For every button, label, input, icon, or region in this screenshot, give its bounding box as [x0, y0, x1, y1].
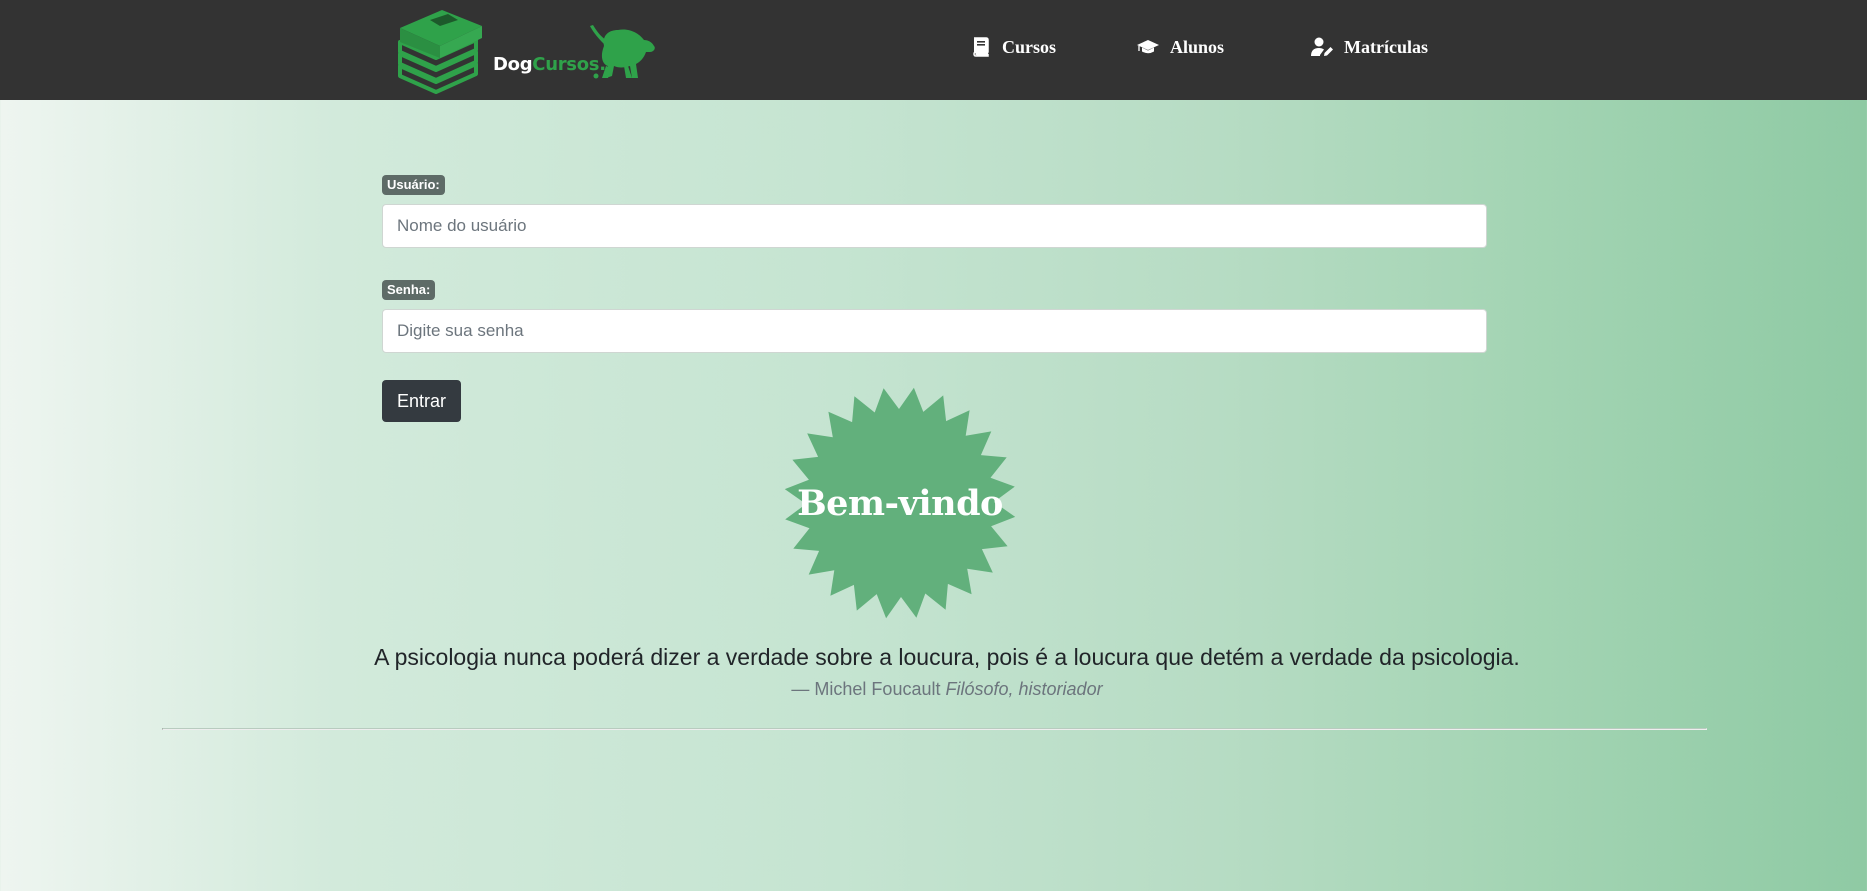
- password-input[interactable]: [382, 309, 1487, 353]
- password-label: Senha:: [382, 280, 436, 300]
- dogcursos-logo[interactable]: [396, 6, 656, 96]
- brand-cursos-text: Cursos: [532, 54, 600, 75]
- nav-item-label: Matrículas: [1344, 36, 1428, 57]
- brand-wordmark[interactable]: DogCursos.: [493, 54, 606, 75]
- user-edit-icon: [1311, 37, 1333, 56]
- graduation-cap-icon: [1137, 40, 1159, 54]
- book-icon: [973, 37, 989, 57]
- username-label: Usuário:: [382, 175, 445, 195]
- brand-dot-text: .: [599, 54, 606, 75]
- nav-item-alunos[interactable]: Alunos: [1136, 35, 1224, 59]
- top-navbar: DogCursos. Cursos Alunos Matrículas: [0, 0, 1867, 100]
- quote-author: Michel Foucault: [814, 679, 941, 699]
- quote-footer: — Michel Foucault Filósofo, historiador: [0, 679, 1867, 700]
- username-input[interactable]: [382, 204, 1487, 248]
- login-button[interactable]: Entrar: [382, 380, 461, 422]
- welcome-badge: Bem-vindo: [783, 386, 1017, 620]
- quote-dash: —: [791, 679, 810, 699]
- welcome-text: Bem-vindo: [797, 482, 1003, 524]
- nav-item-matriculas[interactable]: Matrículas: [1310, 35, 1428, 59]
- nav-item-label: Cursos: [1002, 36, 1057, 57]
- divider: [162, 728, 1707, 730]
- nav-item-cursos[interactable]: Cursos: [970, 35, 1056, 59]
- nav-item-label: Alunos: [1170, 36, 1225, 57]
- quote-text: A psicologia nunca poderá dizer a verdad…: [374, 644, 1520, 670]
- brand-dog-text: Dog: [493, 54, 533, 75]
- quote-source: Filósofo, historiador: [945, 679, 1103, 699]
